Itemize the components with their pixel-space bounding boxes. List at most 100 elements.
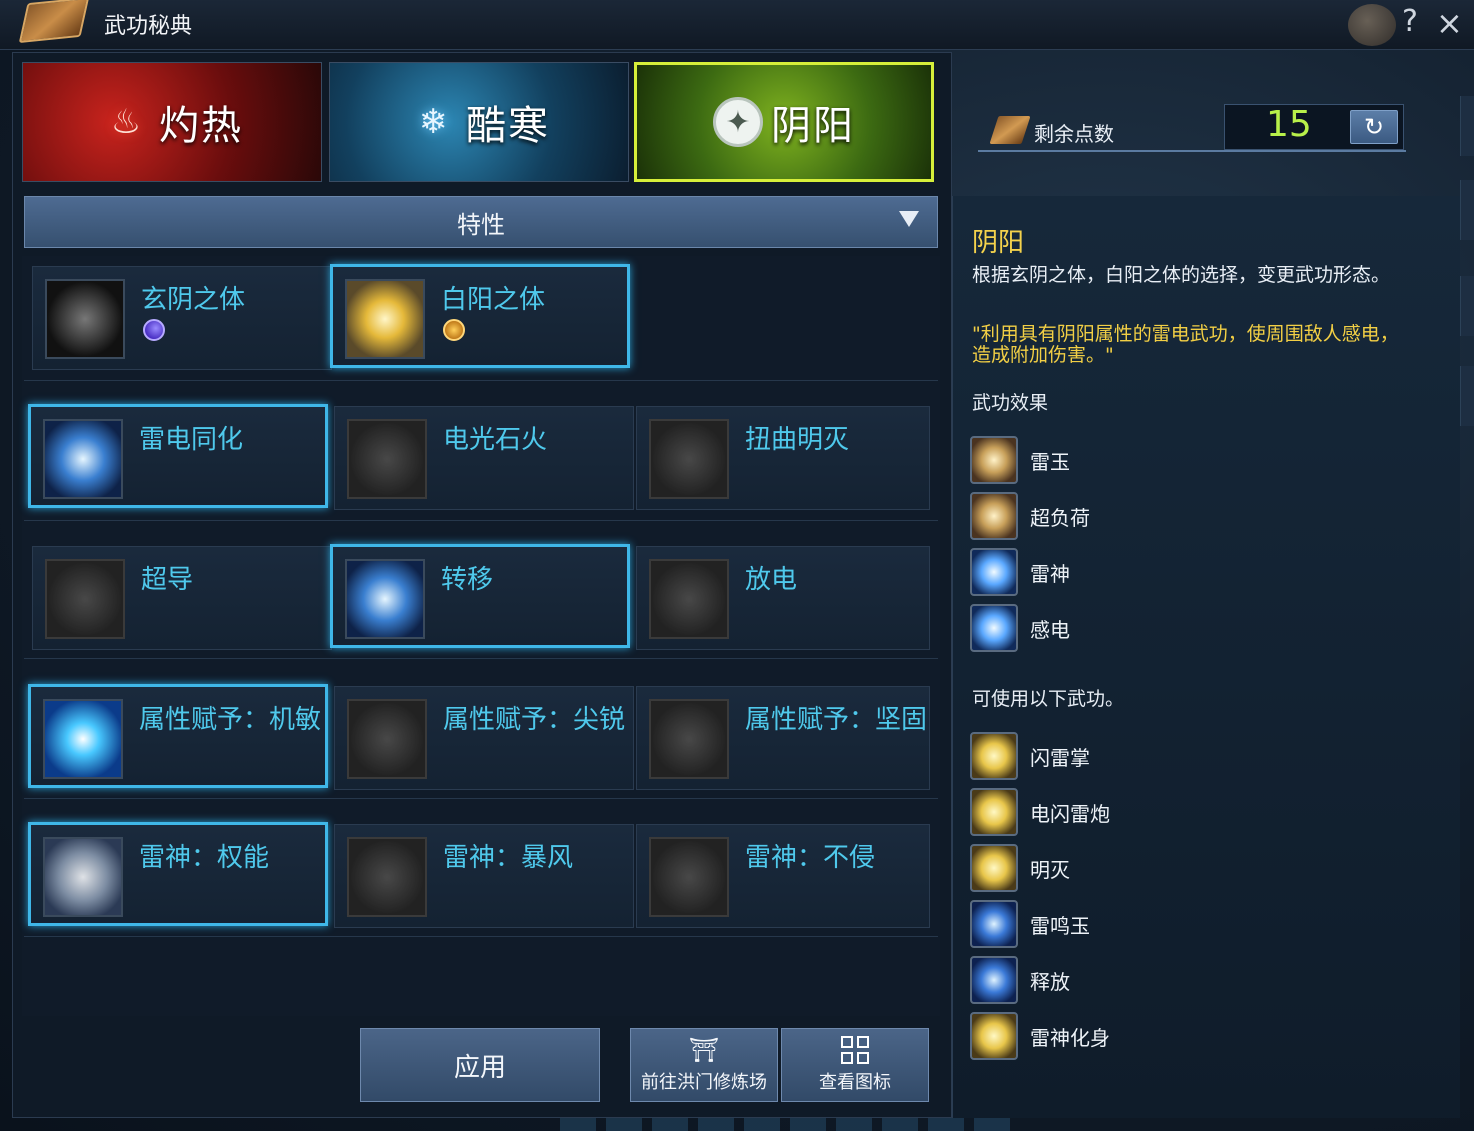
row-divider bbox=[24, 380, 938, 381]
usable-skill-label: 雷神化身 bbox=[1030, 1026, 1110, 1050]
flame-icon: ♨ bbox=[110, 102, 142, 142]
skill-name: 转移 bbox=[441, 565, 494, 595]
skill-card[interactable]: 属性赋予：尖锐 bbox=[334, 686, 634, 790]
tab-label: 阴阳 bbox=[771, 103, 855, 149]
info-title: 阴阳 bbox=[972, 228, 1025, 258]
skill-name: 电光石火 bbox=[443, 425, 548, 455]
effect-label: 感电 bbox=[1030, 618, 1070, 642]
skill-icon bbox=[43, 699, 123, 779]
usable-skill-item[interactable]: 电闪雷炮 bbox=[970, 788, 1270, 838]
skill-icon bbox=[43, 419, 123, 499]
usable-skill-item[interactable]: 明灭 bbox=[970, 844, 1270, 894]
skill-icon bbox=[45, 559, 125, 639]
skill-card[interactable]: 电光石火 bbox=[334, 406, 634, 510]
side-tab[interactable] bbox=[1460, 276, 1474, 336]
filter-dropdown[interactable]: 特性 bbox=[24, 196, 938, 248]
chevron-down-icon bbox=[899, 211, 919, 227]
skill-icon bbox=[345, 559, 425, 639]
skill-card[interactable]: 转移 bbox=[330, 544, 630, 648]
skill-card[interactable]: 超导 bbox=[32, 546, 332, 650]
usable-skill-label: 雷鸣玉 bbox=[1030, 914, 1090, 938]
training-ground-button[interactable]: ⛩ 前往洪门修炼场 bbox=[630, 1028, 778, 1102]
flicker-icon bbox=[970, 844, 1018, 892]
help-icon[interactable]: ? bbox=[1402, 4, 1418, 39]
row-divider bbox=[24, 520, 938, 521]
skill-icon bbox=[43, 837, 123, 917]
skill-name: 雷电同化 bbox=[139, 425, 244, 455]
skill-icon bbox=[345, 279, 425, 359]
skill-card[interactable]: 白阳之体 bbox=[330, 264, 630, 368]
title-bar: 武功秘典 ? × bbox=[0, 0, 1474, 50]
skill-icon bbox=[649, 699, 729, 779]
lightning-palm-icon bbox=[970, 732, 1018, 780]
skill-card[interactable]: 属性赋予：机敏 bbox=[28, 684, 328, 788]
skill-name: 属性赋予：机敏 bbox=[139, 705, 322, 735]
skill-card[interactable]: 雷神：不侵 bbox=[636, 824, 930, 928]
snowflake-icon: ❄ bbox=[418, 102, 448, 142]
thunder-avatar-icon bbox=[970, 1012, 1018, 1060]
skill-card[interactable]: 雷神：暴风 bbox=[334, 824, 634, 928]
skill-card[interactable]: 雷电同化 bbox=[28, 404, 328, 508]
skill-name: 属性赋予：坚固 bbox=[745, 705, 928, 735]
bag-icon[interactable] bbox=[1348, 4, 1396, 46]
effect-item[interactable]: 感电 bbox=[970, 604, 1270, 654]
sun-icon bbox=[443, 319, 465, 341]
skill-name: 雷神：暴风 bbox=[443, 843, 574, 873]
info-quote-line: 造成附加伤害。" bbox=[972, 344, 1114, 366]
points-value: 15 bbox=[1266, 104, 1312, 145]
effect-item[interactable]: 雷神 bbox=[970, 548, 1270, 598]
usable-skill-item[interactable]: 释放 bbox=[970, 956, 1270, 1006]
skill-name: 超导 bbox=[141, 565, 194, 595]
skill-name: 属性赋予：尖锐 bbox=[443, 705, 626, 735]
effects-header: 武功效果 bbox=[972, 392, 1049, 414]
skill-icon bbox=[649, 559, 729, 639]
temple-icon: ⛩ bbox=[688, 1036, 720, 1064]
training-ground-label: 前往洪门修炼场 bbox=[641, 1072, 767, 1093]
row-divider bbox=[24, 658, 938, 659]
moon-icon bbox=[143, 319, 165, 341]
close-icon[interactable]: × bbox=[1436, 4, 1463, 42]
view-icons-label: 查看图标 bbox=[819, 1072, 891, 1093]
tab-fire[interactable]: ♨ 灼热 bbox=[22, 62, 322, 182]
refresh-icon: ↻ bbox=[1363, 113, 1385, 141]
thunder-god-icon bbox=[970, 548, 1018, 596]
apply-button[interactable]: 应用 bbox=[360, 1028, 600, 1102]
usable-skill-item[interactable]: 雷鸣玉 bbox=[970, 900, 1270, 950]
skill-card[interactable]: 属性赋予：坚固 bbox=[636, 686, 930, 790]
tab-yinyang[interactable]: ✦ 阴阳 bbox=[634, 62, 934, 182]
skill-card[interactable]: 扭曲明灭 bbox=[636, 406, 930, 510]
skill-card[interactable]: 玄阴之体 bbox=[32, 266, 332, 370]
usable-skill-item[interactable]: 闪雷掌 bbox=[970, 732, 1270, 782]
side-tab[interactable] bbox=[1460, 96, 1474, 156]
lightning-cannon-icon bbox=[970, 788, 1018, 836]
spiral-icon bbox=[970, 492, 1018, 540]
effect-label: 超负荷 bbox=[1030, 506, 1090, 530]
window-title: 武功秘典 bbox=[104, 14, 193, 39]
points-label: 剩余点数 bbox=[1034, 122, 1114, 146]
tab-label: 灼热 bbox=[159, 103, 243, 149]
view-icons-button[interactable]: 查看图标 bbox=[781, 1028, 929, 1102]
usable-header: 可使用以下武功。 bbox=[972, 688, 1125, 710]
bottom-skill-bar bbox=[560, 1117, 1014, 1131]
skill-icon bbox=[649, 837, 729, 917]
filter-selected-label: 特性 bbox=[457, 210, 505, 239]
info-quote-line: "利用具有阴阳属性的雷电武功，使周围敌人感电， bbox=[972, 323, 1399, 345]
skill-card[interactable]: 放电 bbox=[636, 546, 930, 650]
info-quote: "利用具有阴阳属性的雷电武功，使周围敌人感电， 造成附加伤害。" bbox=[972, 324, 1432, 366]
effect-label: 雷神 bbox=[1030, 562, 1070, 586]
usable-skill-item[interactable]: 雷神化身 bbox=[970, 1012, 1270, 1062]
side-tab[interactable] bbox=[1460, 366, 1474, 426]
tab-cold[interactable]: ❄ 酷寒 bbox=[329, 62, 629, 182]
shock-icon bbox=[970, 604, 1018, 652]
row-divider bbox=[24, 798, 938, 799]
side-tab[interactable] bbox=[1460, 180, 1474, 240]
reset-button[interactable]: ↻ bbox=[1350, 110, 1398, 144]
effect-item[interactable]: 雷玉 bbox=[970, 436, 1270, 486]
grid-icon bbox=[841, 1036, 869, 1064]
effect-item[interactable]: 超负荷 bbox=[970, 492, 1270, 542]
thunder-orb-icon bbox=[970, 900, 1018, 948]
usable-skill-label: 释放 bbox=[1030, 970, 1070, 994]
skill-icon bbox=[649, 419, 729, 499]
skill-icon bbox=[347, 419, 427, 499]
skill-card[interactable]: 雷神：权能 bbox=[28, 822, 328, 926]
